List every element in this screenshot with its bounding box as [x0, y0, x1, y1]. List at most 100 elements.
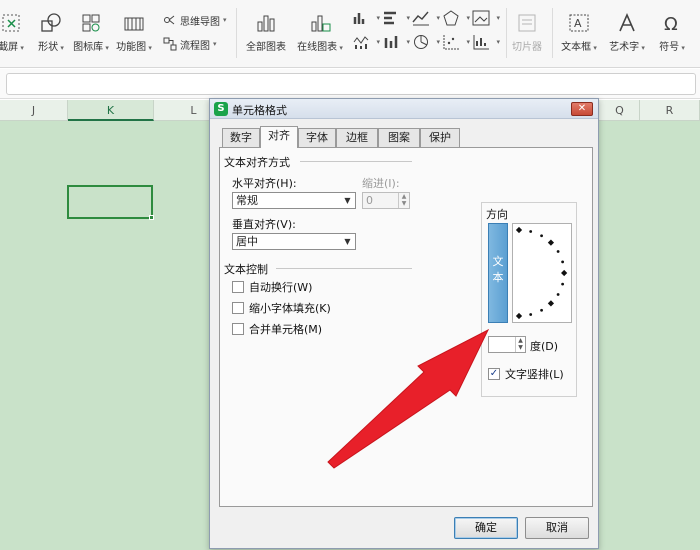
- column-header-r[interactable]: R: [640, 100, 700, 121]
- mind-map-label: 思维导图: [180, 16, 220, 28]
- checkbox-checked[interactable]: ✓: [488, 368, 500, 380]
- dial-tick: [529, 313, 533, 316]
- checkbox-box[interactable]: [232, 281, 244, 293]
- close-icon[interactable]: ✕: [571, 102, 593, 116]
- wps-logo-icon: S: [214, 102, 228, 116]
- tab-border[interactable]: 边框: [336, 128, 378, 147]
- flowchart-button[interactable]: 流程图: [163, 34, 217, 54]
- wordart-button[interactable]: 艺术字: [604, 0, 650, 68]
- shapes-icon: [41, 13, 61, 32]
- tab-protection[interactable]: 保护: [420, 128, 460, 147]
- dialog-title: 单元格格式: [232, 104, 287, 117]
- combo-chart-button[interactable]: [352, 34, 380, 54]
- indent-label: 缩进(I):: [362, 177, 400, 190]
- dial-tick: [556, 250, 560, 253]
- vertical-text-preview-button[interactable]: 文 本: [488, 223, 508, 323]
- bar-chart-button[interactable]: [382, 10, 410, 30]
- degree-label: 度(D): [530, 340, 559, 353]
- bar-chart-icon: [257, 15, 275, 32]
- orientation-dial[interactable]: [512, 223, 572, 323]
- wrap-text-label: 自动换行(W): [249, 281, 313, 294]
- image-chart-icon: [472, 10, 490, 26]
- slicer-button[interactable]: 切片器: [508, 0, 546, 68]
- textbox-label: 文本框: [556, 38, 602, 53]
- tab-number[interactable]: 数字: [222, 128, 260, 147]
- shrink-to-fit-checkbox[interactable]: 缩小字体填充(K): [232, 301, 331, 315]
- selected-cell[interactable]: [67, 185, 154, 220]
- slicer-icon: [518, 14, 536, 32]
- fill-handle[interactable]: [149, 215, 154, 220]
- line-chart-button[interactable]: [412, 10, 440, 30]
- merge-cells-checkbox[interactable]: 合并单元格(M): [232, 322, 322, 336]
- wrap-text-checkbox[interactable]: 自动换行(W): [232, 280, 312, 294]
- mind-map-button[interactable]: 思维导图: [163, 10, 227, 30]
- shapes-label: 形状: [32, 38, 70, 53]
- svg-text:Ω: Ω: [664, 14, 678, 34]
- sparkline-icon: [473, 35, 489, 50]
- dial-tick: [515, 226, 523, 234]
- screenshot-label: 截屏: [0, 38, 30, 53]
- icon-library-icon: [82, 14, 100, 32]
- wordart-icon: [619, 13, 635, 32]
- orientation-group-title: 方向: [486, 208, 508, 221]
- vertical-text-checkbox[interactable]: ✓ 文字竖排(L): [488, 367, 564, 381]
- tab-alignment[interactable]: 对齐: [260, 126, 298, 148]
- ribbon-separator: [552, 8, 553, 58]
- vertical-align-label: 垂直对齐(V):: [232, 218, 296, 231]
- shrink-to-fit-label: 缩小字体填充(K): [249, 302, 331, 315]
- function-chart-button[interactable]: 功能图: [112, 0, 156, 68]
- textbox-icon: A: [569, 14, 589, 32]
- tab-font[interactable]: 字体: [298, 128, 336, 147]
- cancel-button[interactable]: 取消: [525, 517, 589, 539]
- checkbox-box[interactable]: [232, 302, 244, 314]
- line-chart-icon: [412, 11, 429, 26]
- scatter-chart-button[interactable]: [442, 34, 470, 54]
- dial-tick: [561, 282, 565, 286]
- degree-stepper[interactable]: ▲ ▼: [488, 336, 526, 353]
- formula-input[interactable]: [6, 73, 696, 95]
- vertical-align-select[interactable]: 居中 ▼: [232, 233, 356, 250]
- orientation-arc-icon: [515, 226, 568, 320]
- flowchart-icon: [163, 37, 177, 51]
- column-chart-button[interactable]: [352, 10, 380, 30]
- area-chart-button[interactable]: [472, 34, 500, 54]
- radar-chart-button[interactable]: [442, 10, 470, 30]
- column-header-j[interactable]: J: [0, 100, 68, 121]
- dial-tick: [540, 234, 543, 238]
- chevron-down-icon: ▼: [344, 237, 351, 246]
- symbol-button[interactable]: Ω 符号: [652, 0, 692, 68]
- ribbon-separator: [236, 8, 237, 58]
- all-charts-button[interactable]: 全部图表: [242, 0, 290, 68]
- screenshot-button[interactable]: 截屏: [0, 0, 30, 68]
- pie-chart-icon: [414, 35, 428, 49]
- dial-tick: [547, 239, 555, 246]
- indent-stepper[interactable]: 0 ▲ ▼: [362, 192, 410, 209]
- vertical-text-glyph: 文: [492, 255, 504, 268]
- dialog-titlebar[interactable]: S 单元格格式 ✕: [210, 99, 598, 119]
- column-header-q[interactable]: Q: [600, 100, 640, 121]
- spin-arrows-icon: ▲ ▼: [515, 337, 525, 352]
- textbox-button[interactable]: A 文本框: [556, 0, 602, 68]
- stock-chart-button[interactable]: [382, 34, 410, 54]
- tab-pattern[interactable]: 图案: [378, 128, 420, 147]
- shapes-button[interactable]: 形状: [32, 0, 70, 68]
- dial-tick: [561, 260, 565, 264]
- ok-button[interactable]: 确定: [454, 517, 518, 539]
- column-header-k[interactable]: K: [68, 100, 154, 121]
- omega-icon: Ω: [664, 14, 678, 34]
- picture-chart-button[interactable]: [472, 10, 500, 30]
- checkbox-box[interactable]: [232, 323, 244, 335]
- wordart-label: 艺术字: [604, 38, 650, 53]
- pie-chart-button[interactable]: [412, 34, 440, 54]
- combo-chart-icon: [353, 36, 369, 49]
- text-alignment-group-title: 文本对齐方式: [224, 156, 290, 169]
- online-charts-button[interactable]: 在线图表: [294, 0, 346, 68]
- dial-tick: [529, 230, 533, 233]
- group-divider: [300, 161, 412, 162]
- horizontal-align-select[interactable]: 常规 ▼: [232, 192, 356, 209]
- icon-library-button[interactable]: 图标库: [72, 0, 110, 68]
- radar-chart-icon: [443, 10, 459, 26]
- chevron-down-icon: ▼: [344, 196, 351, 205]
- svg-text:A: A: [574, 17, 582, 30]
- vertical-text-glyph: 本: [492, 271, 504, 284]
